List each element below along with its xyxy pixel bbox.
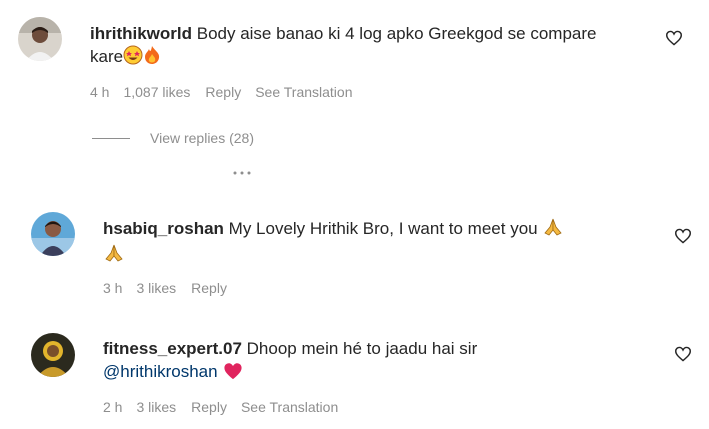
reply-button[interactable]: Reply: [191, 399, 227, 415]
folded-hands-emoji: [103, 243, 125, 269]
comment-text: hsabiq_roshan My Lovely Hrithik Bro, I w…: [103, 217, 633, 269]
fire-emoji: [143, 45, 161, 71]
comment-text: ihrithikworld Body aise banao ki 4 log a…: [90, 22, 630, 71]
view-replies-button[interactable]: View replies (28): [92, 130, 254, 146]
like-heart-icon[interactable]: [674, 346, 692, 362]
timestamp: 2 h: [103, 399, 123, 415]
username[interactable]: ihrithikworld: [90, 24, 192, 43]
loading-dots-icon: [233, 171, 251, 175]
comment-meta: 4 h 1,087 likes Reply See Translation: [90, 84, 353, 100]
username[interactable]: hsabiq_roshan: [103, 219, 224, 238]
avatar[interactable]: [18, 17, 62, 61]
likes-count[interactable]: 3 likes: [136, 399, 176, 415]
timestamp: 3 h: [103, 280, 123, 296]
mention-link[interactable]: @hrithikroshan: [103, 362, 218, 381]
reply-button[interactable]: Reply: [205, 84, 241, 100]
timestamp: 4 h: [90, 84, 110, 100]
comment-body: My Lovely Hrithik Bro, I want to meet yo…: [228, 219, 538, 238]
likes-count[interactable]: 3 likes: [136, 280, 176, 296]
see-translation-link[interactable]: See Translation: [241, 399, 338, 415]
likes-count[interactable]: 1,087 likes: [123, 84, 190, 100]
divider-line: [92, 137, 130, 139]
comment-body: Dhoop mein hé to jaadu hai sir: [246, 339, 478, 358]
see-translation-link[interactable]: See Translation: [255, 84, 352, 100]
username[interactable]: fitness_expert.07: [103, 339, 242, 358]
folded-hands-emoji: [542, 217, 564, 243]
comment-text: fitness_expert.07 Dhoop mein hé to jaadu…: [103, 337, 633, 386]
like-heart-icon[interactable]: [665, 30, 683, 46]
comment-meta: 2 h 3 likes Reply See Translation: [103, 399, 338, 415]
like-heart-icon[interactable]: [674, 228, 692, 244]
reply-button[interactable]: Reply: [191, 280, 227, 296]
avatar[interactable]: [31, 333, 75, 377]
avatar[interactable]: [31, 212, 75, 256]
view-replies-label: View replies (28): [150, 130, 255, 146]
red-heart-emoji: [222, 362, 244, 386]
star-struck-emoji: [123, 45, 143, 71]
comment-meta: 3 h 3 likes Reply: [103, 280, 227, 296]
